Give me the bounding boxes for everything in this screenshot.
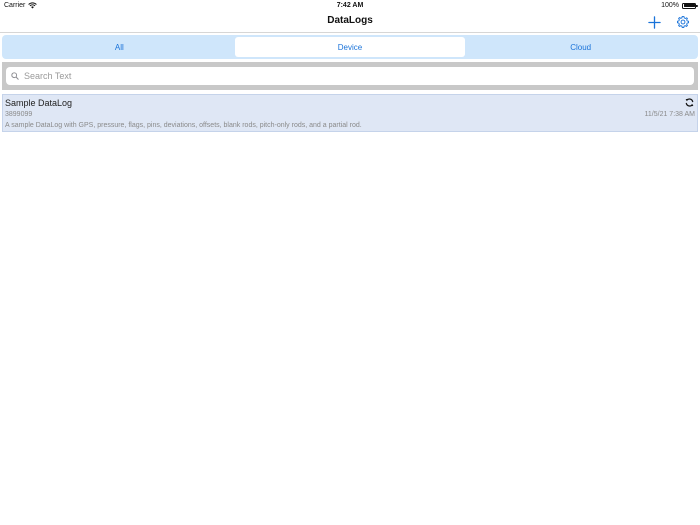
status-time: 7:42 AM [336, 2, 364, 9]
datalog-id: 3899099 [5, 111, 33, 118]
sync-icon [685, 98, 694, 107]
search-field-container [6, 67, 694, 85]
add-datalog-button[interactable] [645, 13, 663, 31]
segment-all[interactable]: All [4, 37, 235, 57]
search-icon [11, 72, 19, 80]
search-input[interactable] [22, 70, 694, 82]
datalog-title: Sample DataLog [5, 98, 73, 108]
settings-button[interactable] [674, 13, 692, 31]
datalog-description: A sample DataLog with GPS, pressure, fla… [5, 122, 362, 129]
gear-icon [676, 15, 690, 29]
battery-group: 100% [661, 2, 698, 9]
datalog-row[interactable]: Sample DataLog 3899099 A sample DataLog … [2, 94, 698, 132]
battery-percent: 100% [661, 2, 679, 9]
plus-icon [647, 15, 661, 29]
navigation-bar: DataLogs [0, 11, 700, 33]
page-title: DataLogs [327, 15, 373, 26]
datalog-date: 11/5/21 7:38 AM [644, 111, 695, 118]
status-bar: Carrier 7:42 AM 100% [0, 0, 700, 11]
segment-cloud[interactable]: Cloud [465, 37, 696, 57]
battery-icon [682, 2, 698, 9]
search-bar [2, 62, 698, 90]
segment-device[interactable]: Device [234, 37, 466, 57]
source-segmented-control: All Device Cloud [2, 35, 698, 59]
